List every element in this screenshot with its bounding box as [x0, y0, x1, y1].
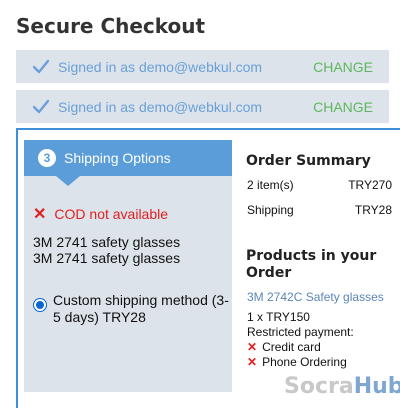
page-title: Secure Checkout: [16, 14, 206, 38]
error-x-icon: ✕: [247, 355, 258, 369]
shipping-method-option[interactable]: Custom shipping method (3-5 days) TRY28: [33, 292, 233, 326]
shipping-options-header: 3 Shipping Options: [24, 140, 232, 176]
signed-in-text: Signed in as demo@webkul.com: [58, 58, 263, 75]
shipping-method-label: Custom shipping method (3-5 days) TRY28: [53, 292, 229, 325]
restricted-payment-label: Restricted payment:: [247, 325, 354, 339]
shipping-product-item: 3M 2741 safety glasses: [33, 234, 181, 250]
restricted-payment-name: Credit card: [262, 340, 321, 354]
restricted-payment-item: ✕ Phone Ordering: [247, 355, 347, 369]
watermark-logo: SocraHub: [284, 374, 400, 399]
step-number-badge: 3: [38, 149, 56, 167]
restricted-payment-name: Phone Ordering: [262, 355, 347, 369]
watermark-part-2: Hub: [353, 374, 400, 399]
watermark-part-1: Socra: [284, 374, 354, 399]
error-x-icon: ✕: [247, 340, 258, 354]
order-summary-row: 2 item(s) TRY270: [247, 178, 392, 192]
restricted-payment-item: ✕ Credit card: [247, 340, 321, 354]
signed-in-text: Signed in as demo@webkul.com: [58, 98, 263, 115]
cod-unavailable-notice: ✕ COD not available: [33, 204, 168, 224]
summary-row-label: Shipping: [247, 203, 294, 217]
error-x-icon: ✕: [33, 206, 47, 223]
shipping-options-title: Shipping Options: [64, 150, 171, 166]
change-account-link[interactable]: CHANGE: [313, 59, 373, 75]
summary-row-value: TRY270: [348, 178, 392, 192]
product-name-link[interactable]: 3M 2742C Safety glasses: [247, 290, 384, 304]
change-address-link[interactable]: CHANGE: [313, 99, 373, 115]
radio-selected-dot: [36, 301, 44, 309]
checkmark-icon: [32, 59, 50, 73]
signed-in-bar: Signed in as demo@webkul.com CHANGE: [16, 90, 389, 123]
products-in-order-title: Products in your Order: [246, 248, 377, 281]
summary-row-value: TRY28: [354, 203, 392, 217]
shipping-product-item: 3M 2741 safety glasses: [33, 250, 181, 266]
checkmark-icon: [32, 99, 50, 113]
order-summary-title: Order Summary: [246, 153, 371, 169]
summary-row-label: 2 item(s): [247, 178, 294, 192]
header-pointer-arrow: [56, 176, 80, 186]
signed-in-bar: Signed in as demo@webkul.com CHANGE: [16, 50, 389, 83]
order-summary-row: Shipping TRY28: [247, 203, 392, 217]
cod-message: COD not available: [54, 206, 169, 222]
shipping-method-radio[interactable]: [33, 298, 47, 312]
product-quantity-price: 1 x TRY150: [247, 310, 310, 324]
